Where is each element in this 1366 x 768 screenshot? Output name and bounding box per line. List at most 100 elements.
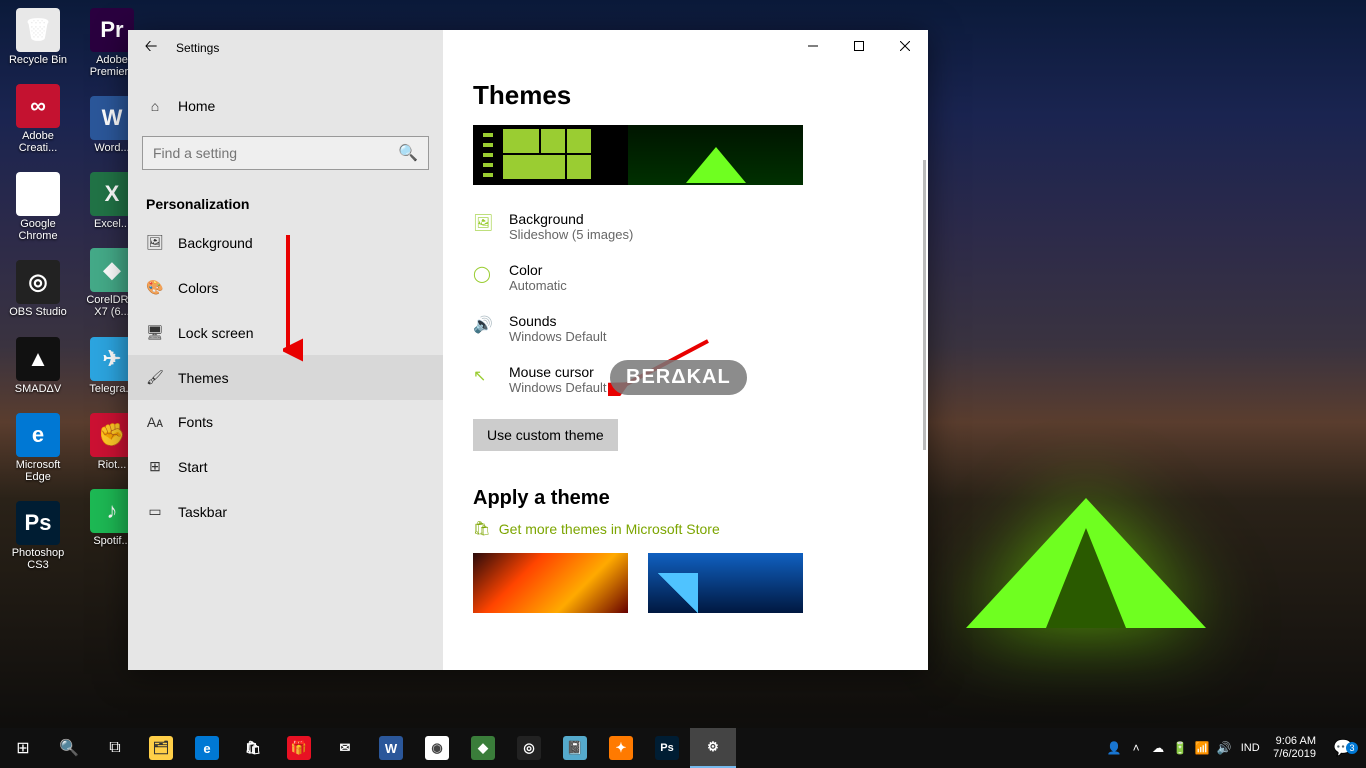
tray-language[interactable]: IND bbox=[1235, 742, 1265, 754]
picture-icon: 🖼 bbox=[473, 213, 493, 233]
taskbar-app-gift[interactable]: 🎁 bbox=[276, 728, 322, 768]
sidebar-item-themes[interactable]: 🖌Themes bbox=[128, 355, 443, 400]
start-button[interactable]: ⊞ bbox=[0, 728, 46, 768]
app-icon: ◉ bbox=[16, 172, 60, 216]
sidebar-item-start[interactable]: ⊞ Start bbox=[128, 444, 443, 489]
section-header: Personalization bbox=[128, 180, 443, 220]
app-icon: ◎ bbox=[16, 260, 60, 304]
row-sub: Windows Default bbox=[509, 329, 607, 344]
row-sub: Slideshow (5 images) bbox=[509, 227, 633, 242]
nav-icon: 🖥 bbox=[146, 324, 164, 341]
close-button[interactable] bbox=[882, 30, 928, 62]
taskbar-app-mail[interactable]: ✉ bbox=[322, 728, 368, 768]
app-icon: 🗑 bbox=[16, 8, 60, 52]
sidebar-item-fonts[interactable]: AᴀFonts bbox=[128, 400, 443, 444]
app-label: Riot... bbox=[98, 459, 127, 471]
taskbar-app-corel[interactable]: ◆ bbox=[460, 728, 506, 768]
taskbar: ⊞ 🔍 ⧉ 🗂 e 🛍 🎁 ✉ W ◉ ◆ ◎ 📓 ✦ Ps ⚙ 👤 ˄ ☁ 🔋… bbox=[0, 728, 1366, 768]
use-custom-theme-button[interactable]: Use custom theme bbox=[473, 419, 618, 451]
scrollbar[interactable] bbox=[923, 160, 926, 450]
store-icon: 🛍 bbox=[473, 520, 491, 537]
wallpaper-tent bbox=[956, 488, 1216, 628]
apply-theme-header: Apply a theme bbox=[473, 487, 898, 510]
app-label: Word... bbox=[94, 142, 129, 154]
tray-chevron-icon[interactable]: ˄ bbox=[1125, 741, 1147, 755]
taskbar-app-notes[interactable]: 📓 bbox=[552, 728, 598, 768]
desktop-icon[interactable]: ◎ OBS Studio bbox=[6, 260, 70, 318]
taskbar-app-freemake[interactable]: ✦ bbox=[598, 728, 644, 768]
tray-battery-icon[interactable]: 🔋 bbox=[1169, 741, 1191, 755]
nav-icon: ▭ bbox=[146, 503, 164, 520]
desktop-icon[interactable]: PsPhotoshop CS3 bbox=[6, 501, 70, 571]
nav-label: Start bbox=[178, 459, 208, 475]
taskbar-app-photoshop[interactable]: Ps bbox=[644, 728, 690, 768]
back-button[interactable]: 🡠 bbox=[136, 33, 166, 63]
app-label: Spotif... bbox=[93, 535, 130, 547]
palette-icon: ◯ bbox=[473, 264, 493, 284]
nav-home-label: Home bbox=[178, 98, 215, 114]
taskbar-app-explorer[interactable]: 🗂 bbox=[138, 728, 184, 768]
taskbar-app-settings[interactable]: ⚙ bbox=[690, 728, 736, 768]
app-label: Microsoft Edge bbox=[6, 459, 70, 483]
desktop-icon[interactable]: 🗑Recycle Bin bbox=[6, 8, 70, 66]
nav-icon: ⊞ bbox=[146, 458, 164, 475]
sidebar-item-background[interactable]: 🖼Background bbox=[128, 220, 443, 265]
nav-label: Fonts bbox=[178, 414, 213, 430]
tray-onedrive-icon[interactable]: ☁ bbox=[1147, 741, 1169, 755]
desktop-icon[interactable]: ▲ SMADΔV bbox=[6, 337, 70, 395]
taskbar-app-store[interactable]: 🛍 bbox=[230, 728, 276, 768]
home-icon: ⌂ bbox=[146, 98, 164, 114]
task-view-button[interactable]: ⧉ bbox=[92, 728, 138, 768]
watermark-text: BERΔKAL bbox=[626, 366, 731, 389]
app-label: Excel... bbox=[94, 218, 130, 230]
desktop-icon[interactable]: ◉Google Chrome bbox=[6, 172, 70, 242]
store-link-label: Get more themes in Microsoft Store bbox=[499, 521, 720, 537]
theme-row-sounds[interactable]: 🔊 Sounds Windows Default bbox=[473, 313, 898, 344]
maximize-button[interactable] bbox=[836, 30, 882, 62]
nav-icon: 🖌 bbox=[146, 369, 164, 386]
theme-preview[interactable] bbox=[473, 125, 803, 185]
store-link[interactable]: 🛍 Get more themes in Microsoft Store bbox=[473, 520, 898, 537]
search-button[interactable]: 🔍 bbox=[46, 728, 92, 768]
desktop-icon[interactable]: ∞Adobe Creati... bbox=[6, 84, 70, 154]
window-title: Settings bbox=[176, 41, 219, 55]
watermark: BERΔKAL bbox=[610, 360, 747, 395]
app-label: OBS Studio bbox=[9, 306, 66, 318]
theme-row-color[interactable]: ◯ Color Automatic bbox=[473, 262, 898, 293]
app-icon: e bbox=[16, 413, 60, 457]
desktop-icon[interactable]: eMicrosoft Edge bbox=[6, 413, 70, 483]
minimize-button[interactable] bbox=[790, 30, 836, 62]
taskbar-app-obs[interactable]: ◎ bbox=[506, 728, 552, 768]
taskbar-app-word[interactable]: W bbox=[368, 728, 414, 768]
app-icon: Ps bbox=[16, 501, 60, 545]
taskbar-app-chrome[interactable]: ◉ bbox=[414, 728, 460, 768]
action-center-button[interactable]: 💬3 bbox=[1324, 738, 1362, 758]
nav-label: Background bbox=[178, 235, 253, 251]
sidebar-item-taskbar[interactable]: ▭ Taskbar bbox=[128, 489, 443, 534]
cursor-icon: ↖ bbox=[473, 366, 493, 386]
tray-clock[interactable]: 9:06 AM 7/6/2019 bbox=[1265, 735, 1324, 761]
nav-home[interactable]: ⌂ Home bbox=[128, 86, 443, 126]
theme-thumb-2[interactable] bbox=[648, 553, 803, 613]
tray-wifi-icon[interactable]: 📶 bbox=[1191, 741, 1213, 755]
app-icon: ▲ bbox=[16, 337, 60, 381]
notification-badge: 3 bbox=[1346, 742, 1358, 754]
tray-volume-icon[interactable]: 🔊 bbox=[1213, 741, 1235, 755]
settings-content: Themes 🖼 Background Slideshow (5 images)… bbox=[443, 30, 928, 670]
row-sub: Windows Default bbox=[509, 380, 607, 395]
sidebar-item-colors[interactable]: 🎨Colors bbox=[128, 265, 443, 310]
tray-people-icon[interactable]: 👤 bbox=[1103, 741, 1125, 755]
app-label: Adobe Creati... bbox=[6, 130, 70, 154]
sidebar-item-lock-screen[interactable]: 🖥 Lock screen bbox=[128, 310, 443, 355]
theme-row-background[interactable]: 🖼 Background Slideshow (5 images) bbox=[473, 211, 898, 242]
nav-label: Lock screen bbox=[178, 325, 253, 341]
taskbar-app-edge[interactable]: e bbox=[184, 728, 230, 768]
app-label: SMADΔV bbox=[15, 383, 61, 395]
app-label: Google Chrome bbox=[6, 218, 70, 242]
row-sub: Automatic bbox=[509, 278, 567, 293]
theme-thumb-1[interactable] bbox=[473, 553, 628, 613]
search-input[interactable] bbox=[153, 145, 392, 161]
nav-label: Taskbar bbox=[178, 504, 227, 520]
search-box[interactable]: 🔍 bbox=[142, 136, 429, 170]
settings-window: 🡠 Settings ⌂ Home 🔍 Personalization 🖼Bac… bbox=[128, 30, 928, 670]
